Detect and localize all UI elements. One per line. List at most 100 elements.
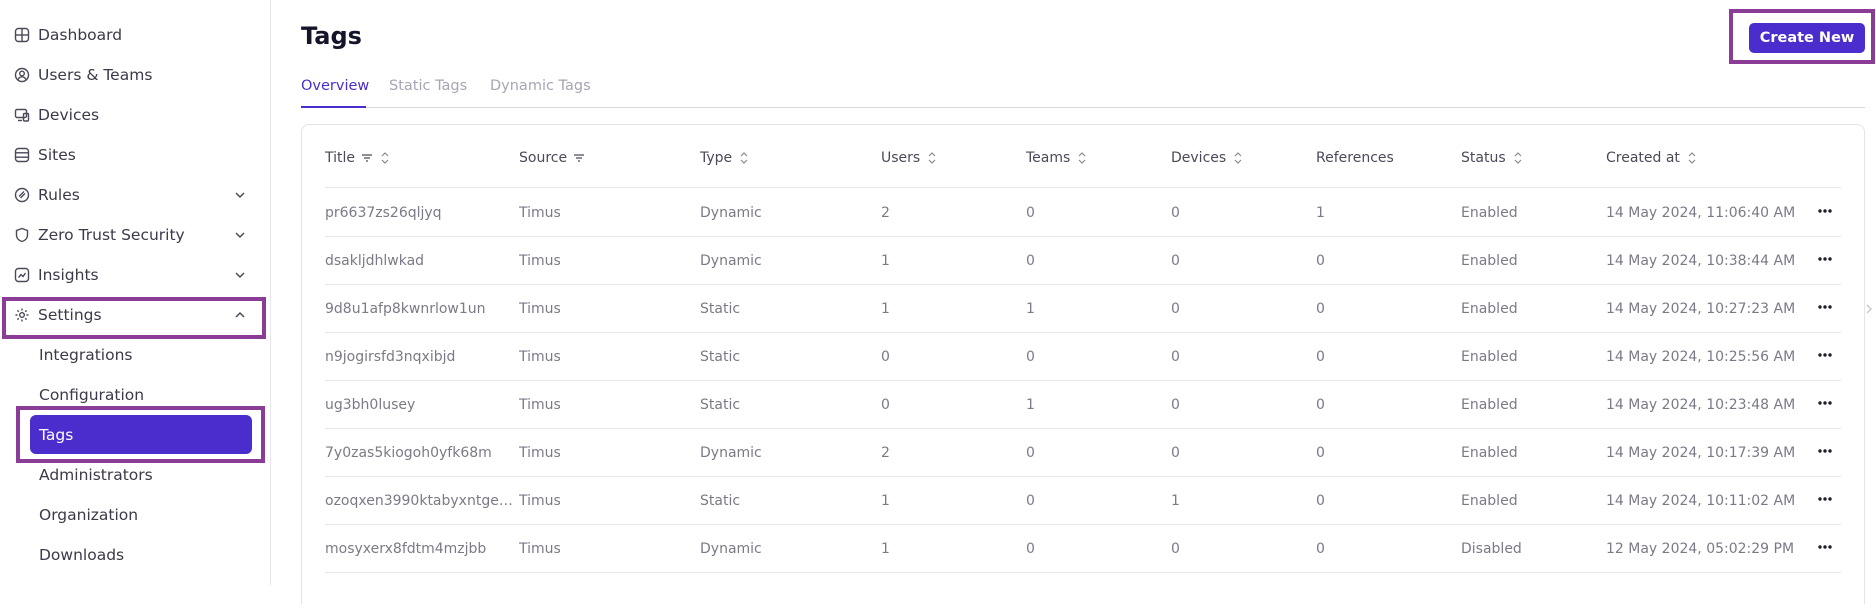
- cell-type: Dynamic: [700, 253, 762, 269]
- sidebar-item-label: Rules: [38, 186, 80, 204]
- column-header-label: Source: [519, 150, 568, 166]
- column-header-label: Devices: [1171, 150, 1227, 166]
- column-header-source[interactable]: Source: [519, 150, 585, 166]
- cell-type: Static: [700, 301, 741, 317]
- cell-users: 1: [881, 253, 890, 269]
- cell-teams: 0: [1026, 253, 1035, 269]
- sidebar-subitem-configuration[interactable]: Configuration: [0, 375, 271, 415]
- sidebar-item-dashboard[interactable]: Dashboard: [0, 15, 271, 55]
- gear-icon: [14, 307, 30, 323]
- sort-icon[interactable]: [379, 151, 391, 165]
- cell-created-at: 14 May 2024, 10:25:56 AM: [1606, 349, 1796, 365]
- chevron-down-icon[interactable]: [233, 188, 247, 202]
- cell-source: Timus: [519, 493, 561, 509]
- more-options-icon[interactable]: [1815, 297, 1835, 317]
- column-header-created-at[interactable]: Created at: [1606, 150, 1698, 166]
- column-header-teams[interactable]: Teams: [1026, 150, 1088, 166]
- column-header-users[interactable]: Users: [881, 150, 938, 166]
- chevron-up-icon[interactable]: [233, 308, 247, 322]
- tab-dynamic-tags[interactable]: Dynamic Tags: [490, 78, 591, 108]
- cell-references: 0: [1316, 349, 1325, 365]
- table-row[interactable]: mosyxerx8fdtm4mzjbb Timus Dynamic 1 0 0 0 Disab…: [325, 525, 1841, 573]
- create-new-button[interactable]: Create New: [1749, 23, 1865, 53]
- sort-icon[interactable]: [926, 151, 938, 165]
- cell-title: n9jogirsfd3nqxibjd: [325, 349, 456, 365]
- sidebar-subitem-label: Integrations: [39, 346, 133, 364]
- more-options-icon[interactable]: [1815, 489, 1835, 509]
- cell-source: Timus: [519, 397, 561, 413]
- cell-devices: 0: [1171, 541, 1180, 557]
- column-header-title[interactable]: Title: [325, 150, 391, 166]
- cell-created-at: 14 May 2024, 11:06:40 AM: [1606, 205, 1796, 221]
- sidebar-subitem-label: Administrators: [39, 466, 153, 484]
- cell-references: 0: [1316, 397, 1325, 413]
- chevron-right-icon[interactable]: [1864, 302, 1874, 316]
- sort-icon[interactable]: [1512, 151, 1524, 165]
- tab-bar: Overview Static Tags Dynamic Tags: [301, 78, 1865, 108]
- more-options-icon[interactable]: [1815, 441, 1835, 461]
- column-header-type[interactable]: Type: [700, 150, 750, 166]
- cell-title: dsakljdhlwkad: [325, 253, 425, 269]
- cell-users: 1: [881, 301, 890, 317]
- filter-icon[interactable]: [361, 151, 373, 165]
- table-row[interactable]: dsakljdhlwkad Timus Dynamic 1 0 0 0 Enabled 14 M…: [325, 237, 1841, 285]
- sidebar-item-zero-trust-security[interactable]: Zero Trust Security: [0, 215, 271, 255]
- cell-source: Timus: [519, 301, 561, 317]
- sidebar-item-label: Zero Trust Security: [38, 226, 185, 244]
- cell-teams: 1: [1026, 397, 1035, 413]
- sidebar-item-sites[interactable]: Sites: [0, 135, 271, 175]
- sidebar-item-insights[interactable]: Insights: [0, 255, 271, 295]
- more-options-icon[interactable]: [1815, 201, 1835, 221]
- cell-status: Enabled: [1461, 205, 1518, 221]
- cell-type: Dynamic: [700, 205, 762, 221]
- sidebar-item-devices[interactable]: Devices: [0, 95, 271, 135]
- table-row[interactable]: ug3bh0lusey Timus Static 0 1 0 0 Enabled 14 May …: [325, 381, 1841, 429]
- sort-icon[interactable]: [738, 151, 750, 165]
- table-row[interactable]: pr6637zs26qljyq Timus Dynamic 2 0 0 1 Enabled 14…: [325, 189, 1841, 237]
- column-header-status[interactable]: Status: [1461, 150, 1524, 166]
- tab-overview[interactable]: Overview: [301, 78, 369, 108]
- cell-status: Enabled: [1461, 397, 1518, 413]
- filter-icon[interactable]: [573, 151, 585, 165]
- more-options-icon[interactable]: [1815, 537, 1835, 557]
- column-header-references: References: [1316, 150, 1394, 166]
- cell-teams: 0: [1026, 493, 1035, 509]
- tab-static-tags[interactable]: Static Tags: [389, 78, 467, 108]
- sidebar-subitem-label: Downloads: [39, 546, 125, 564]
- sort-icon[interactable]: [1232, 151, 1244, 165]
- cell-references: 0: [1316, 301, 1325, 317]
- more-options-icon[interactable]: [1815, 393, 1835, 413]
- table-row[interactable]: ozoqxen3990ktabyxntgeb… Timus Static 1 0 1 0 En…: [325, 477, 1841, 525]
- insights-icon: [14, 267, 30, 283]
- table-row[interactable]: n9jogirsfd3nqxibjd Timus Static 0 0 0 0 Enabled…: [325, 333, 1841, 381]
- sidebar-subitem-organization[interactable]: Organization: [0, 495, 271, 535]
- table-row[interactable]: 9d8u1afp8kwnrlow1un Timus Static 1 1 0 0 Enable…: [325, 285, 1841, 333]
- chevron-down-icon[interactable]: [233, 268, 247, 282]
- sidebar-subitem-label: Organization: [39, 506, 139, 524]
- cell-status: Enabled: [1461, 493, 1518, 509]
- cell-title: 7y0zas5kiogoh0yfk68m: [325, 445, 492, 461]
- cell-status: Enabled: [1461, 445, 1518, 461]
- sidebar-item-settings[interactable]: Settings: [0, 295, 271, 335]
- cell-created-at: 14 May 2024, 10:27:23 AM: [1606, 301, 1796, 317]
- cell-teams: 1: [1026, 301, 1035, 317]
- cell-source: Timus: [519, 349, 561, 365]
- chevron-down-icon[interactable]: [233, 228, 247, 242]
- cell-devices: 0: [1171, 445, 1180, 461]
- table-row[interactable]: 7y0zas5kiogoh0yfk68m Timus Dynamic 2 0 0 0 Enab…: [325, 429, 1841, 477]
- column-header-devices[interactable]: Devices: [1171, 150, 1244, 166]
- sidebar-item-users-teams[interactable]: Users & Teams: [0, 55, 271, 95]
- sort-icon[interactable]: [1686, 151, 1698, 165]
- more-options-icon[interactable]: [1815, 249, 1835, 269]
- sidebar-item-label: Sites: [38, 146, 76, 164]
- cell-created-at: 12 May 2024, 05:02:29 PM: [1606, 541, 1795, 557]
- app-window: Dashboard Users & Teams Devices Sites Ru…: [0, 0, 1876, 615]
- sidebar-subitem-downloads[interactable]: Downloads: [0, 535, 271, 575]
- sidebar-item-rules[interactable]: Rules: [0, 175, 271, 215]
- cell-users: 2: [881, 205, 890, 221]
- sidebar-subitem-administrators[interactable]: Administrators: [0, 455, 271, 495]
- sidebar-subitem-tags[interactable]: Tags: [30, 415, 252, 454]
- sort-icon[interactable]: [1076, 151, 1088, 165]
- more-options-icon[interactable]: [1815, 345, 1835, 365]
- sidebar-subitem-integrations[interactable]: Integrations: [0, 335, 271, 375]
